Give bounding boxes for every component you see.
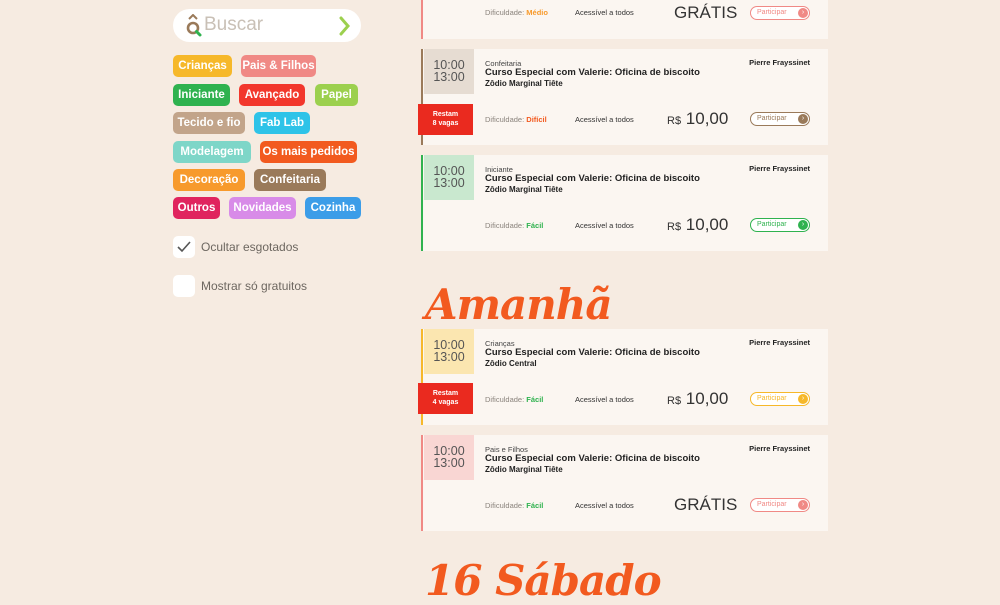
participate-button[interactable]: Participar › — [750, 218, 810, 232]
arrow-right-icon: › — [798, 8, 808, 18]
checkmark-icon — [177, 241, 191, 253]
tag-criancas[interactable]: Crianças — [173, 55, 232, 77]
price: R$ 10,00 — [667, 109, 729, 128]
hide-sold-out-checkbox[interactable] — [173, 236, 195, 258]
participate-button[interactable]: Participar › — [750, 112, 810, 126]
event-card-partial: Dificuldade: Médio Acessível a todos GRÁ… — [421, 0, 828, 39]
event-title[interactable]: Curso Especial com Valerie: Oficina de b… — [485, 67, 700, 78]
event-title[interactable]: Curso Especial com Valerie: Oficina de b… — [485, 453, 700, 464]
arrow-right-icon: › — [798, 394, 808, 404]
event-title[interactable]: Curso Especial com Valerie: Oficina de b… — [485, 173, 700, 184]
participate-button[interactable]: Participar › — [750, 498, 810, 512]
tag-decoracao[interactable]: Decoração — [173, 169, 245, 191]
tag-cozinha[interactable]: Cozinha — [305, 197, 361, 219]
price: R$ 10,00 — [667, 215, 729, 234]
participate-button[interactable]: Participar › — [750, 6, 810, 20]
price: R$ 10,00 — [667, 389, 729, 408]
tag-avancado[interactable]: Avançado — [239, 84, 305, 106]
participate-button[interactable]: Participar › — [750, 392, 810, 406]
tag-papel[interactable]: Papel — [315, 84, 358, 106]
event-instructor: Pierre Frayssinet — [749, 444, 810, 453]
accessibility: Acessível a todos — [575, 221, 634, 230]
only-free-label: Mostrar só gratuitos — [201, 279, 308, 293]
event-instructor: Pierre Frayssinet — [749, 164, 810, 173]
search-box[interactable] — [173, 9, 361, 42]
search-input[interactable] — [204, 13, 334, 37]
tag-outros[interactable]: Outros — [173, 197, 220, 219]
price: GRÁTIS — [674, 495, 738, 514]
event-card[interactable]: 10:00 13:00 Restam 4 vagas Crianças Curso … — [418, 329, 828, 425]
event-card[interactable]: 10:00 13:00 Pais e Filhos Curso Especial … — [421, 435, 828, 531]
accessibility: Acessível a todos — [575, 8, 634, 17]
event-place: Zôdio Marginal Tiête — [485, 185, 563, 194]
event-place: Zôdio Central — [485, 359, 537, 368]
time-box: 10:00 13:00 — [424, 329, 474, 374]
spots-left-badge: Restam 4 vagas — [418, 383, 473, 414]
event-instructor: Pierre Frayssinet — [749, 338, 810, 347]
only-free-checkbox[interactable] — [173, 275, 195, 297]
arrow-right-icon: › — [798, 500, 808, 510]
tag-modelagem[interactable]: Modelagem — [173, 141, 251, 163]
accessibility: Acessível a todos — [575, 115, 634, 124]
tag-novidades[interactable]: Novidades — [229, 197, 296, 219]
arrow-right-icon: › — [798, 114, 808, 124]
event-title[interactable]: Curso Especial com Valerie: Oficina de b… — [485, 347, 700, 358]
tag-mais-pedidos[interactable]: Os mais pedidos — [260, 141, 357, 163]
event-place: Zôdio Marginal Tiête — [485, 79, 563, 88]
time-box: 10:00 13:00 — [424, 49, 474, 94]
tag-tecido-fio[interactable]: Tecido e fio — [173, 112, 245, 134]
search-icon — [186, 14, 202, 37]
tag-pais-filhos[interactable]: Pais & Filhos — [241, 55, 316, 77]
difficulty: Dificuldade: Médio — [485, 8, 548, 17]
tag-fab-lab[interactable]: Fab Lab — [254, 112, 310, 134]
difficulty: Dificuldade: Difícil — [485, 115, 547, 124]
tag-iniciante[interactable]: Iniciante — [173, 84, 230, 106]
difficulty: Dificuldade: Fácil — [485, 221, 544, 230]
spots-left-badge: Restam 8 vagas — [418, 104, 473, 135]
chevron-right-icon[interactable] — [339, 16, 351, 36]
accessibility: Acessível a todos — [575, 395, 634, 404]
time-box: 10:00 13:00 — [424, 155, 474, 200]
time-box: 10:00 13:00 — [424, 435, 474, 480]
accessibility: Acessível a todos — [575, 501, 634, 510]
event-card[interactable]: 10:00 13:00 Iniciante Curso Especial com … — [421, 155, 828, 251]
day-heading-tomorrow: Amanhã — [425, 280, 613, 329]
price: GRÁTIS — [674, 3, 738, 22]
day-heading-saturday: 16 Sábado — [425, 556, 662, 605]
event-instructor: Pierre Frayssinet — [749, 58, 810, 67]
difficulty: Dificuldade: Fácil — [485, 395, 544, 404]
event-place: Zôdio Marginal Tiête — [485, 465, 563, 474]
arrow-right-icon: › — [798, 220, 808, 230]
hide-sold-out-label: Ocultar esgotados — [201, 240, 299, 254]
event-card[interactable]: 10:00 13:00 Restam 8 vagas Confeitaria Cur… — [418, 49, 828, 145]
tag-confeitaria[interactable]: Confeitaria — [254, 169, 326, 191]
difficulty: Dificuldade: Fácil — [485, 501, 544, 510]
